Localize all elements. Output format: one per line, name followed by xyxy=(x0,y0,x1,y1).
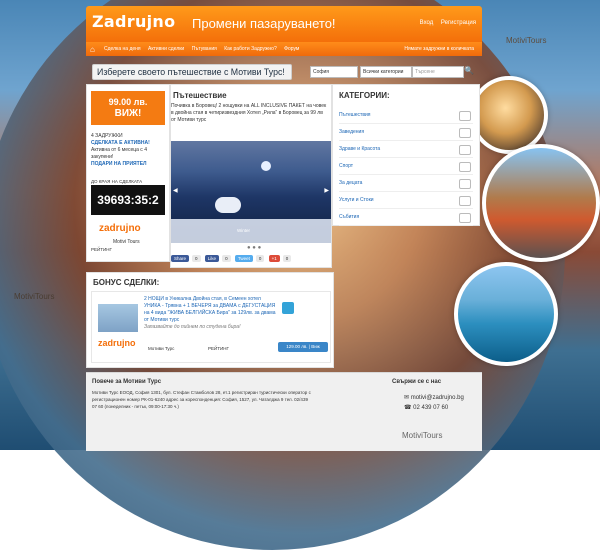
active-label: СДЕЛКАТА Е АКТИВНА! xyxy=(91,140,150,146)
category-icon xyxy=(459,145,471,155)
bonus-text[interactable]: 2 НОЩИ в Уникална Двойна стая, в Семеен … xyxy=(144,296,276,331)
category-item[interactable]: Пътешествия xyxy=(339,107,473,124)
prev-icon[interactable]: ◀ xyxy=(173,187,178,194)
facebook-share[interactable]: Share xyxy=(171,255,190,262)
categories-list: Пътешествия Заведения Здраве и Красота С… xyxy=(339,107,473,226)
category-item[interactable]: Услуги и Стоки xyxy=(339,192,473,209)
category-icon xyxy=(459,196,471,206)
bonus-description: 2 НОЩИ в Уникална Двойна стая, в Семеен … xyxy=(144,296,276,323)
category-select[interactable]: Всички категории xyxy=(360,66,412,78)
like-count: 0 xyxy=(222,255,231,262)
mail-icon: ✉ xyxy=(404,395,410,401)
deal-image: Winter ◀ ▶ xyxy=(171,141,331,243)
carousel-dots[interactable]: ● ● ● xyxy=(247,245,261,251)
city-select[interactable]: София xyxy=(310,66,358,78)
deal-card: Пътешествие Почивка в Боровец! 2 нощувки… xyxy=(170,84,332,268)
price-button[interactable]: 99.00 лв. ВИЖ! xyxy=(91,91,165,125)
next-icon[interactable]: ▶ xyxy=(324,187,329,194)
bonus-subtext: Запазвайте до пийнем по студена бира! xyxy=(144,324,241,330)
destination-photo-1 xyxy=(470,76,548,154)
tweet-button[interactable]: Tweet xyxy=(234,255,253,262)
gift-link[interactable]: ПОДАРИ НА ПРИЯТЕЛ xyxy=(91,161,169,168)
footer-title: Повече за Мотиви Турс xyxy=(92,379,162,385)
polar-bear xyxy=(215,197,241,213)
image-caption: Winter xyxy=(237,228,251,233)
footer-address: Мотиви Турс ЕООД, София 1301, бул. Стефа… xyxy=(92,390,311,409)
category-item[interactable]: За децата xyxy=(339,175,473,192)
category-icon xyxy=(459,162,471,172)
seller-name[interactable]: Motivi Tours xyxy=(113,239,140,245)
header: Zadrujno Промени пазаруването! Вход Реги… xyxy=(86,6,482,42)
phone-icon: ☎ xyxy=(404,405,412,411)
categories-panel: КАТЕГОРИИ: Пътешествия Заведения Здраве … xyxy=(332,84,480,226)
nav-item-deal-of-day[interactable]: Сделка на деня xyxy=(104,46,141,52)
email-link[interactable]: ✉ motivi@zadrujno.bg xyxy=(404,393,464,403)
side-logo-left: MotiviTours xyxy=(14,292,55,301)
cart-status[interactable]: Нямате задружни в количката xyxy=(404,46,474,52)
categories-title: КАТЕГОРИИ: xyxy=(339,91,390,100)
site-logo[interactable]: Zadrujno xyxy=(92,12,175,31)
nav-item-forum[interactable]: Форум xyxy=(284,46,299,52)
category-item[interactable]: Събития xyxy=(339,209,473,226)
footer-logo: MotiviTours xyxy=(402,431,443,440)
category-icon xyxy=(459,213,471,223)
bonus-deals: БОНУС СДЕЛКИ: 2 НОЩИ в Уникална Двойна с… xyxy=(86,272,334,368)
search-bar: Изберете своето пътешествие с Мотиви Тур… xyxy=(92,64,484,80)
category-icon xyxy=(459,179,471,189)
share-bar: Share 0 Like 0 Tweet 0 +1 0 xyxy=(171,255,331,265)
category-icon xyxy=(459,111,471,121)
destination-photo-2 xyxy=(482,144,600,262)
contact-title: Свържи се с нас xyxy=(392,379,442,385)
category-item[interactable]: Здраве и Красота xyxy=(339,141,473,158)
deal-description: Почивка в Боровец! 2 нощувки на ALL INCL… xyxy=(171,103,327,123)
facebook-count: 0 xyxy=(192,255,201,262)
active-note: Активна от 6 месеца с 4 закупени! xyxy=(91,147,147,160)
bonus-thumbnail[interactable] xyxy=(98,304,138,332)
bonus-seller[interactable]: Мотиви Турс xyxy=(148,346,174,351)
google-plus-button[interactable]: +1 xyxy=(268,255,280,262)
phone: ☎ 02 439 07 60 xyxy=(404,405,449,411)
bonus-logo: zadrujno xyxy=(98,338,136,348)
offer-status: 4 ЗАДРУЖКИ СДЕЛКАТА Е АКТИВНА! Активна о… xyxy=(91,133,169,168)
seller-logo: zadrujno xyxy=(99,223,141,234)
search-title: Изберете своето пътешествие с Мотиви Тур… xyxy=(92,64,292,80)
tagline: Промени пазаруването! xyxy=(192,16,336,31)
moon xyxy=(261,161,271,171)
header-links: Вход Регистрация xyxy=(414,20,476,26)
like-button[interactable]: Like xyxy=(204,255,220,262)
nav-item-how[interactable]: Как работи Задружно? xyxy=(224,46,277,52)
bonus-title: БОНУС СДЕЛКИ: xyxy=(93,278,160,287)
joins-count: 4 ЗАДРУЖКИ xyxy=(91,133,123,139)
category-item[interactable]: Заведения xyxy=(339,124,473,141)
nav-item-active[interactable]: Активни сделки xyxy=(148,46,184,52)
category-icon xyxy=(459,128,471,138)
nav-item-travel[interactable]: Пътувания xyxy=(192,46,217,52)
gift-icon xyxy=(282,302,294,314)
nav-items: Сделка на деня Активни сделки Пътувания … xyxy=(104,46,305,52)
search-icon[interactable]: 🔍 xyxy=(464,66,474,76)
register-link[interactable]: Регистрация xyxy=(441,20,476,26)
price-cta: ВИЖ! xyxy=(114,108,142,119)
bonus-item[interactable]: 2 НОЩИ в Уникална Двойна стая, в Семеен … xyxy=(91,291,331,363)
home-icon[interactable]: ⌂ xyxy=(90,45,95,54)
bonus-view-button[interactable]: 129.00 лв. | Виж xyxy=(278,342,328,352)
login-link[interactable]: Вход xyxy=(420,20,434,26)
search-input[interactable]: Търсене xyxy=(412,66,464,78)
side-logo-right: MotiviTours xyxy=(506,36,547,45)
deal-title: Пътешествие xyxy=(173,91,227,100)
price: 99.00 лв. xyxy=(108,97,148,107)
contact-info: ✉ motivi@zadrujno.bg ☎ 02 439 07 60 xyxy=(404,393,464,413)
seller-rating: РЕЙТИНГ xyxy=(91,247,112,252)
bonus-rating: РЕЙТИНГ xyxy=(208,346,229,351)
google-plus-count: 0 xyxy=(282,255,292,262)
offer-sidebar: 99.00 лв. ВИЖ! 4 ЗАДРУЖКИ СДЕЛКАТА Е АКТ… xyxy=(86,84,170,262)
tweet-count: 0 xyxy=(255,255,265,262)
footer: Повече за Мотиви Турс Мотиви Турс ЕООД, … xyxy=(86,372,482,451)
snow xyxy=(171,219,331,243)
category-item[interactable]: Спорт xyxy=(339,158,473,175)
countdown-timer: 39693:35:2 xyxy=(91,185,165,215)
main-nav: ⌂ Сделка на деня Активни сделки Пътувани… xyxy=(86,42,482,56)
destination-photo-3 xyxy=(454,262,558,366)
